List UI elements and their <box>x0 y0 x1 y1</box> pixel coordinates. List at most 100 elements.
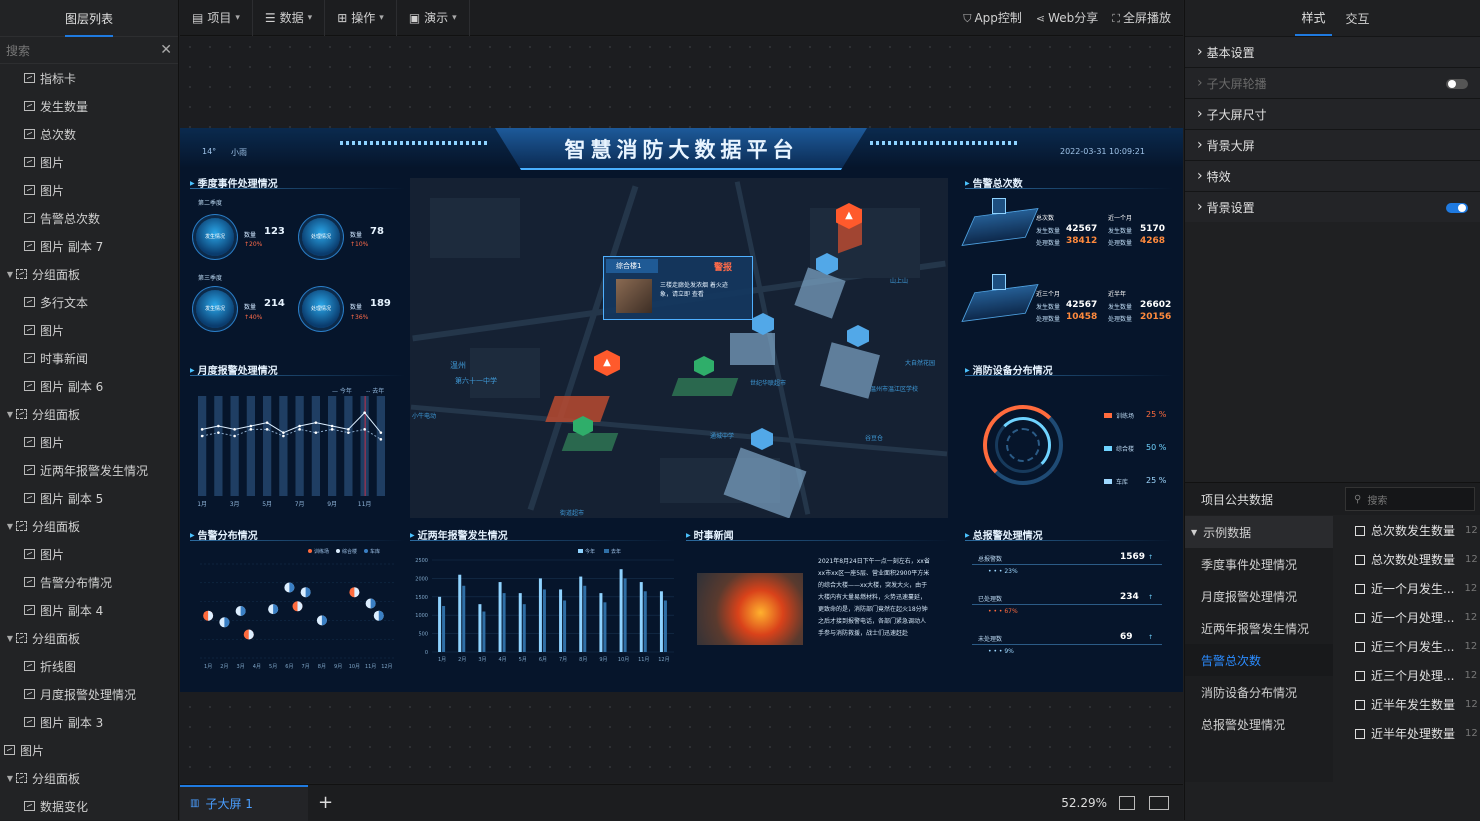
checkbox[interactable] <box>1355 554 1365 565</box>
section-2[interactable]: › 子大屏尺寸 <box>1185 98 1480 129</box>
tab-interaction[interactable]: 交互 <box>1346 10 1370 27</box>
layer-item[interactable]: 告警分布情况 <box>0 568 178 596</box>
field-item[interactable]: 近一个月发生... 12 <box>1335 574 1480 603</box>
field-item[interactable]: 近半年发生数量 12 <box>1335 690 1480 719</box>
section-3[interactable]: › 背景大屏 <box>1185 129 1480 160</box>
section-4[interactable]: › 特效 <box>1185 160 1480 191</box>
section-1[interactable]: › 子大屏轮播 <box>1185 67 1480 98</box>
dataset-item[interactable]: 月度报警处理情况 <box>1185 580 1333 612</box>
close-icon[interactable]: ✕ <box>160 42 172 58</box>
layer-group[interactable]: ▼ 分组面板 <box>0 260 178 288</box>
layer-item[interactable]: 多行文本 <box>0 288 178 316</box>
checkbox[interactable] <box>1355 670 1365 681</box>
layer-item[interactable]: 图片 <box>0 316 178 344</box>
menu-data[interactable]: ☰ 数据 ▾ <box>253 0 326 36</box>
image-icon <box>24 437 35 447</box>
section-5[interactable]: › 背景设置 <box>1185 191 1480 222</box>
dataset-item[interactable]: 消防设备分布情况 <box>1185 676 1333 708</box>
layer-panel-title[interactable]: 图层列表 <box>64 0 113 37</box>
chevron-down-icon[interactable]: ▼ <box>4 634 16 643</box>
layer-item[interactable]: 图片 <box>0 176 178 204</box>
keyboard-icon[interactable] <box>1149 795 1169 810</box>
checkbox[interactable] <box>1355 525 1365 536</box>
checkbox[interactable] <box>1355 699 1365 710</box>
ok-marker[interactable] <box>694 356 714 376</box>
field-item[interactable]: 总次数处理数量 12 <box>1335 545 1480 574</box>
layer-item[interactable]: 图片 <box>0 736 178 764</box>
chevron-down-icon[interactable]: ▼ <box>4 774 16 783</box>
layer-item[interactable]: 图片 副本 5 <box>0 484 178 512</box>
dashboard-screen[interactable]: 智慧消防大数据平台 14° 小雨 2022-03-31 10:09:21 季度事… <box>180 128 1183 692</box>
zoom-level[interactable]: 52.29% <box>1061 796 1107 810</box>
dataset-item[interactable]: 总报警处理情况 <box>1185 708 1333 740</box>
layer-item[interactable]: 图片 副本 6 <box>0 372 178 400</box>
layer-item[interactable]: 图片 副本 3 <box>0 708 178 736</box>
layer-item[interactable]: 图片 <box>0 540 178 568</box>
layer-search[interactable]: 搜索 ✕ <box>0 36 178 64</box>
layer-search-input[interactable]: 搜索 <box>6 42 30 59</box>
web-share-button[interactable]: ⋖ Web分享 <box>1036 9 1098 26</box>
layer-item[interactable]: 折线图 <box>0 652 178 680</box>
map-block <box>470 348 540 398</box>
dataset-item[interactable]: 季度事件处理情况 <box>1185 548 1333 580</box>
layer-group[interactable]: ▼ 分组面板 <box>0 624 178 652</box>
chevron-down-icon[interactable]: ▼ <box>4 270 16 279</box>
dataset-item[interactable]: 告警总次数 <box>1185 644 1333 676</box>
layer-item[interactable]: 图片 <box>0 148 178 176</box>
field-item[interactable]: 近三个月处理... 12 <box>1335 661 1480 690</box>
layer-group[interactable]: ▼ 分组面板 <box>0 400 178 428</box>
map-building-alarm[interactable] <box>545 396 610 422</box>
field-item[interactable]: 近半年处理数量 12 <box>1335 719 1480 748</box>
menu-project[interactable]: ▤ 项目 ▾ <box>180 0 253 36</box>
toggle-switch[interactable] <box>1446 79 1468 89</box>
layer-group[interactable]: ▼ 分组面板 <box>0 764 178 792</box>
dataset-item[interactable]: 近两年报警发生情况 <box>1185 612 1333 644</box>
chevron-down-icon[interactable]: ▼ <box>4 410 16 419</box>
field-item[interactable]: 近三个月发生... 12 <box>1335 632 1480 661</box>
dataset-group[interactable]: ▼ 示例数据 <box>1185 516 1333 548</box>
layer-item[interactable]: 图片 <box>0 428 178 456</box>
field-item[interactable]: 总次数发生数量 12 <box>1335 516 1480 545</box>
app-control-button[interactable]: ⛉ App控制 <box>963 9 1022 26</box>
layer-item[interactable]: 告警总次数 <box>0 204 178 232</box>
chevron-down-icon[interactable]: ▼ <box>4 522 16 531</box>
bar <box>599 593 603 652</box>
layer-item[interactable]: 指标卡 <box>0 64 178 92</box>
image-icon <box>24 213 35 223</box>
info-marker[interactable] <box>847 325 869 347</box>
checkbox[interactable] <box>1355 612 1365 623</box>
checkbox[interactable] <box>1355 728 1365 739</box>
news-photo[interactable] <box>697 573 803 645</box>
section-0[interactable]: › 基本设置 <box>1185 36 1480 67</box>
checkbox[interactable] <box>1355 641 1365 652</box>
menu-operation[interactable]: ⊞ 操作 ▾ <box>325 0 397 36</box>
layer-item[interactable]: 发生数量 <box>0 92 178 120</box>
layer-item[interactable]: 时事新闻 <box>0 344 178 372</box>
menu-demo[interactable]: ▣ 演示 ▾ <box>397 0 470 36</box>
toggle-switch[interactable] <box>1446 203 1468 213</box>
checkbox[interactable] <box>1355 583 1365 594</box>
fullscreen-button[interactable]: ⛶ 全屏播放 <box>1112 9 1171 26</box>
layer-item[interactable]: 近两年报警发生情况 <box>0 456 178 484</box>
tab-sub-screen-1[interactable]: ▥ 子大屏 1 <box>180 784 308 821</box>
add-screen-button[interactable]: + <box>318 792 333 813</box>
layer-item[interactable]: 总次数 <box>0 120 178 148</box>
layer-group[interactable]: ▼ 分组面板 <box>0 512 178 540</box>
map-building-ok[interactable] <box>561 433 619 451</box>
section-label: 子大屏轮播 <box>1206 76 1267 91</box>
editor-canvas[interactable]: 智慧消防大数据平台 14° 小雨 2022-03-31 10:09:21 季度事… <box>180 37 1183 783</box>
public-data-search[interactable]: ⚲ 搜索 <box>1345 487 1475 511</box>
alert-popup[interactable]: 综合楼1 警报 三楼走廊处发浓烟 着火迹象，请立即 查看 <box>603 256 753 320</box>
tab-style[interactable]: 样式 <box>1295 0 1332 36</box>
layer-item[interactable]: 月度报警处理情况 <box>0 680 178 708</box>
layer-item[interactable]: 图片 副本 4 <box>0 596 178 624</box>
fire-alarm-marker[interactable]: ▲ <box>594 350 620 376</box>
info-marker[interactable] <box>751 428 773 450</box>
layer-item[interactable]: 数据变化 <box>0 792 178 820</box>
layer-item[interactable]: 图片 副本 7 <box>0 232 178 260</box>
city-map[interactable]: ▲ ▲ 综合楼1 警报 三楼走廊处发浓烟 着火迹象，请立即 查看 温州 第六十一… <box>410 178 948 518</box>
map-building-ok[interactable] <box>671 378 739 396</box>
field-item[interactable]: 近一个月处理... 12 <box>1335 603 1480 632</box>
map-building-info[interactable] <box>730 333 775 365</box>
fit-screen-icon[interactable] <box>1119 795 1135 810</box>
